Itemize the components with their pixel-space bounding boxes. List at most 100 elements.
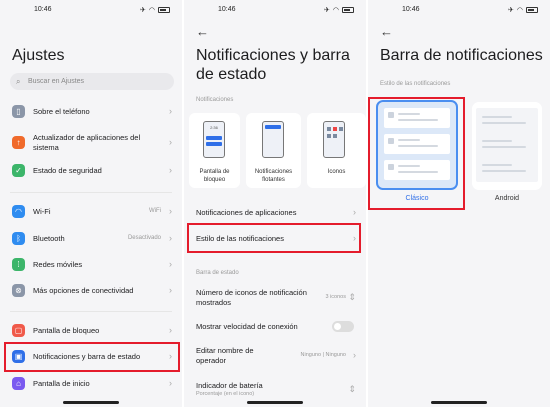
notif-bar-shape (265, 125, 281, 129)
bluetooth-icon: ᛒ (12, 232, 25, 245)
row-edit-operator-name[interactable]: Editar nombre de operador Ninguno | Ning… (184, 346, 366, 368)
home-indicator[interactable] (431, 401, 487, 404)
settings-screen: 10:46 ✈ ◠ Ajustes ⌕ Buscar en Ajustes ▯ … (0, 0, 182, 407)
battery-icon (158, 7, 170, 13)
chevron-right-icon: › (169, 137, 172, 147)
status-bar: 10:46 ✈ ◠ (0, 6, 182, 18)
status-time: 10:46 (402, 6, 420, 13)
chevron-right-icon: › (353, 350, 356, 360)
floating-notif-phone-icon (262, 121, 284, 158)
page-title: Barra de notificaciones (380, 47, 543, 64)
row-subtitle: Porcentaje (en el icono) (196, 391, 255, 397)
divider (10, 192, 172, 193)
lock-screen-icon: ▢ (12, 324, 25, 337)
app-icon-shape (333, 134, 337, 138)
settings-item-about-phone[interactable]: ▯ Sobre el teléfono › (0, 105, 182, 119)
notif-preview-line (482, 170, 526, 172)
section-label: Notificaciones (196, 97, 234, 103)
settings-item-wifi[interactable]: ◠ Wi-Fi WiFi › (0, 205, 182, 219)
lock-card-time: 2:36 (210, 125, 218, 130)
notification-bar-screen: 10:46 ✈ ◠ ← Barra de notificaciones Esti… (368, 0, 550, 407)
chevron-right-icon: › (353, 207, 356, 217)
home-indicator[interactable] (247, 401, 303, 404)
notif-bar-shape (206, 136, 222, 140)
back-arrow-icon[interactable]: ← (196, 24, 209, 39)
icons-phone-icon (323, 121, 345, 158)
highlight-box (4, 342, 180, 372)
notif-preview-line (482, 164, 512, 166)
lock-screen-notif-card[interactable]: 2:36 Pantalla de bloqueo (189, 113, 240, 188)
floating-notif-card[interactable]: Notificaciones flotantes (246, 113, 301, 188)
up-down-chevron-icon: ⇕ (348, 384, 356, 394)
battery-icon (526, 7, 538, 13)
status-bar: 10:46 ✈ ◠ (368, 6, 550, 18)
settings-item-label: Redes móviles (33, 260, 83, 269)
row-notification-icon-count[interactable]: Número de iconos de notificación mostrad… (184, 288, 366, 310)
icons-notif-card[interactable]: Iconos (307, 113, 366, 188)
row-label: Número de iconos de notificación mostrad… (196, 288, 307, 307)
chevron-right-icon: › (169, 206, 172, 216)
search-input[interactable]: ⌕ Buscar en Ajustes (10, 73, 174, 90)
app-icon-shape (327, 127, 331, 131)
settings-item-mobile-networks[interactable]: ⁞ Redes móviles › (0, 258, 182, 272)
app-icon-shape (327, 134, 331, 138)
status-time: 10:46 (218, 6, 236, 13)
connectivity-icon: ⊗ (12, 284, 25, 297)
search-icon: ⌕ (16, 77, 21, 86)
notif-preview-line (482, 122, 526, 124)
wifi-status-icon: ◠ (332, 7, 339, 14)
row-label: Notificaciones de aplicaciones (196, 208, 297, 217)
settings-item-label: Estado de seguridad (33, 166, 102, 175)
home-screen-icon: ⌂ (12, 377, 25, 390)
settings-item-label: Más opciones de conectividad (33, 286, 134, 295)
section-label: Estilo de las notificaciones (380, 81, 451, 87)
page-title: Notificaciones y barra de estado (196, 47, 350, 83)
battery-icon (342, 7, 354, 13)
settings-item-label: Pantalla de bloqueo (33, 326, 100, 335)
settings-item-label: Actualizador de aplicaciones del sistema (33, 133, 141, 152)
row-value: 3 iconos (325, 294, 347, 300)
chevron-right-icon: › (169, 378, 172, 388)
settings-item-value: Desactivado (127, 235, 161, 241)
row-show-connection-speed[interactable]: Mostrar velocidad de conexión (184, 321, 366, 333)
row-value: Ninguno | Ninguno (300, 352, 346, 358)
settings-item-bluetooth[interactable]: ᛒ Bluetooth Desactivado › (0, 232, 182, 246)
airplane-icon: ✈ (324, 7, 330, 14)
settings-item-lock-screen[interactable]: ▢ Pantalla de bloqueo › (0, 324, 182, 338)
settings-item-connectivity[interactable]: ⊗ Más opciones de conectividad › (0, 284, 182, 298)
mobile-network-icon: ⁞ (12, 258, 25, 271)
android-label: Android (494, 195, 520, 202)
card-label: Pantalla de bloqueo (199, 169, 230, 183)
chevron-right-icon: › (169, 233, 172, 243)
chevron-right-icon: › (169, 106, 172, 116)
card-label: Notificaciones flotantes (254, 169, 293, 183)
phone-info-icon: ▯ (12, 105, 25, 118)
airplane-icon: ✈ (140, 7, 146, 14)
settings-item-home-screen[interactable]: ⌂ Pantalla de inicio › (0, 377, 182, 391)
row-app-notifications[interactable]: Notificaciones de aplicaciones › (184, 207, 366, 219)
highlight-box (368, 97, 465, 210)
section-label: Barra de estado (196, 270, 239, 276)
airplane-icon: ✈ (508, 7, 514, 14)
notif-bar-shape (206, 142, 222, 146)
row-battery-indicator[interactable]: Indicador de batería Porcentaje (en el i… (184, 381, 366, 401)
app-icon-shape (339, 127, 343, 131)
settings-item-label: Pantalla de inicio (33, 379, 90, 388)
settings-item-security-status[interactable]: ✓ Estado de seguridad › (0, 164, 182, 178)
chevron-right-icon: › (169, 285, 172, 295)
shield-check-icon: ✓ (12, 164, 25, 177)
home-indicator[interactable] (63, 401, 119, 404)
wifi-icon: ◠ (12, 205, 25, 218)
status-icons: ✈ ◠ (508, 6, 538, 14)
notifications-screen: 10:46 ✈ ◠ ← Notificaciones y barra de es… (184, 0, 366, 407)
chevron-right-icon: › (169, 325, 172, 335)
connection-speed-toggle[interactable] (332, 321, 354, 332)
lock-screen-phone-icon: 2:36 (203, 121, 225, 158)
row-label: Mostrar velocidad de conexión (196, 322, 298, 331)
settings-item-system-app-updater[interactable]: ↑ Actualizador de aplicaciones del siste… (0, 133, 182, 153)
status-time: 10:46 (34, 6, 52, 13)
card-label: Iconos (327, 169, 346, 175)
highlight-box (187, 223, 361, 253)
back-arrow-icon[interactable]: ← (380, 24, 393, 39)
style-option-android[interactable]: Android (472, 95, 550, 210)
